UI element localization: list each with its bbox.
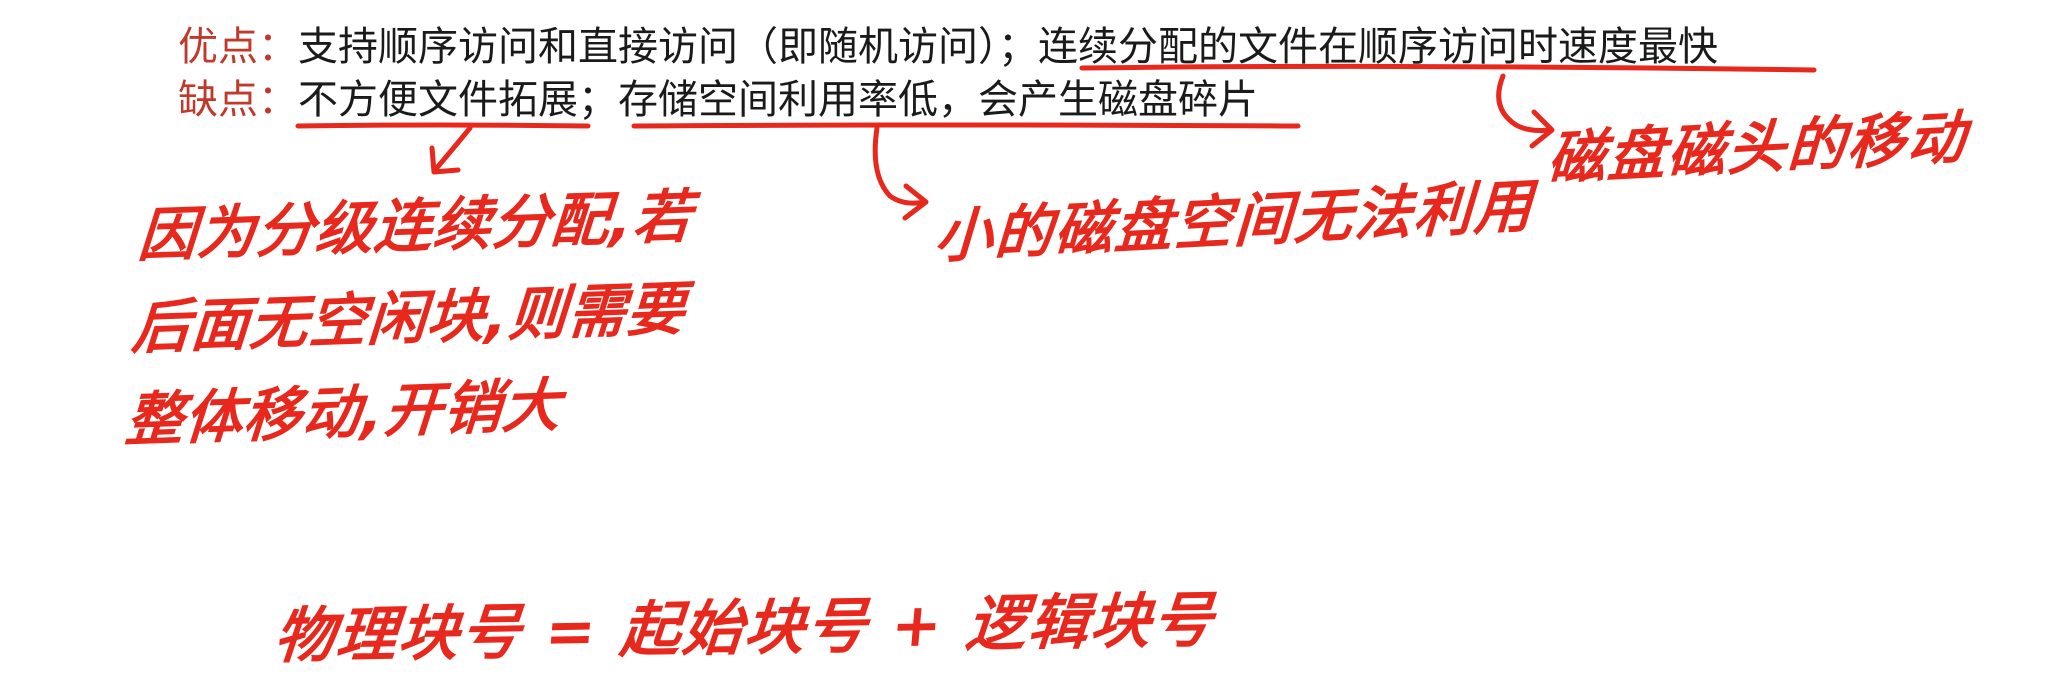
cons-separator: ；	[578, 77, 618, 123]
handwritten-disk-head-note: 磁盘磁头的移动	[1545, 102, 1969, 194]
contiguous-move-note-line-3: 整体移动,开销大	[123, 370, 564, 455]
pros-line: 优点：支持顺序访问和直接访问（即随机访问）；连续分配的文件在顺序访问时速度最快	[178, 24, 1718, 70]
cons-line: 缺点：不方便文件拓展；存储空间利用率低，会产生磁盘碎片	[178, 77, 1258, 123]
cons-underline-2	[631, 122, 1301, 129]
pros-underlined-text: 连续分配的文件在顺序访问时速度最快	[1038, 24, 1718, 70]
cons-underlined-text-1: 不方便文件拓展	[298, 77, 578, 123]
handwritten-block-number-formula: 物理块号 = 起始块号 + 逻辑块号	[271, 585, 1218, 673]
cons-underline-1	[295, 122, 591, 129]
handwritten-contiguous-move-note: 因为分级连续分配,若 后面无空闲块,则需要 整体移动,开销大	[122, 170, 695, 466]
arrow-to-contiguous-move-note	[429, 125, 473, 175]
pros-label: 优点：	[178, 24, 298, 70]
handwritten-small-space-note: 小的磁盘空间无法利用	[932, 171, 1536, 272]
arrow-to-disk-head-note	[1496, 73, 1555, 149]
contiguous-move-note-line-2: 后面无空闲块,则需要	[129, 274, 689, 363]
arrow-to-small-space-note	[872, 125, 929, 221]
cons-underlined-text-2: 存储空间利用率低，会产生磁盘碎片	[618, 77, 1258, 123]
pros-text: 支持顺序访问和直接访问（即随机访问）；	[298, 24, 1038, 70]
cons-label: 缺点：	[178, 77, 298, 123]
